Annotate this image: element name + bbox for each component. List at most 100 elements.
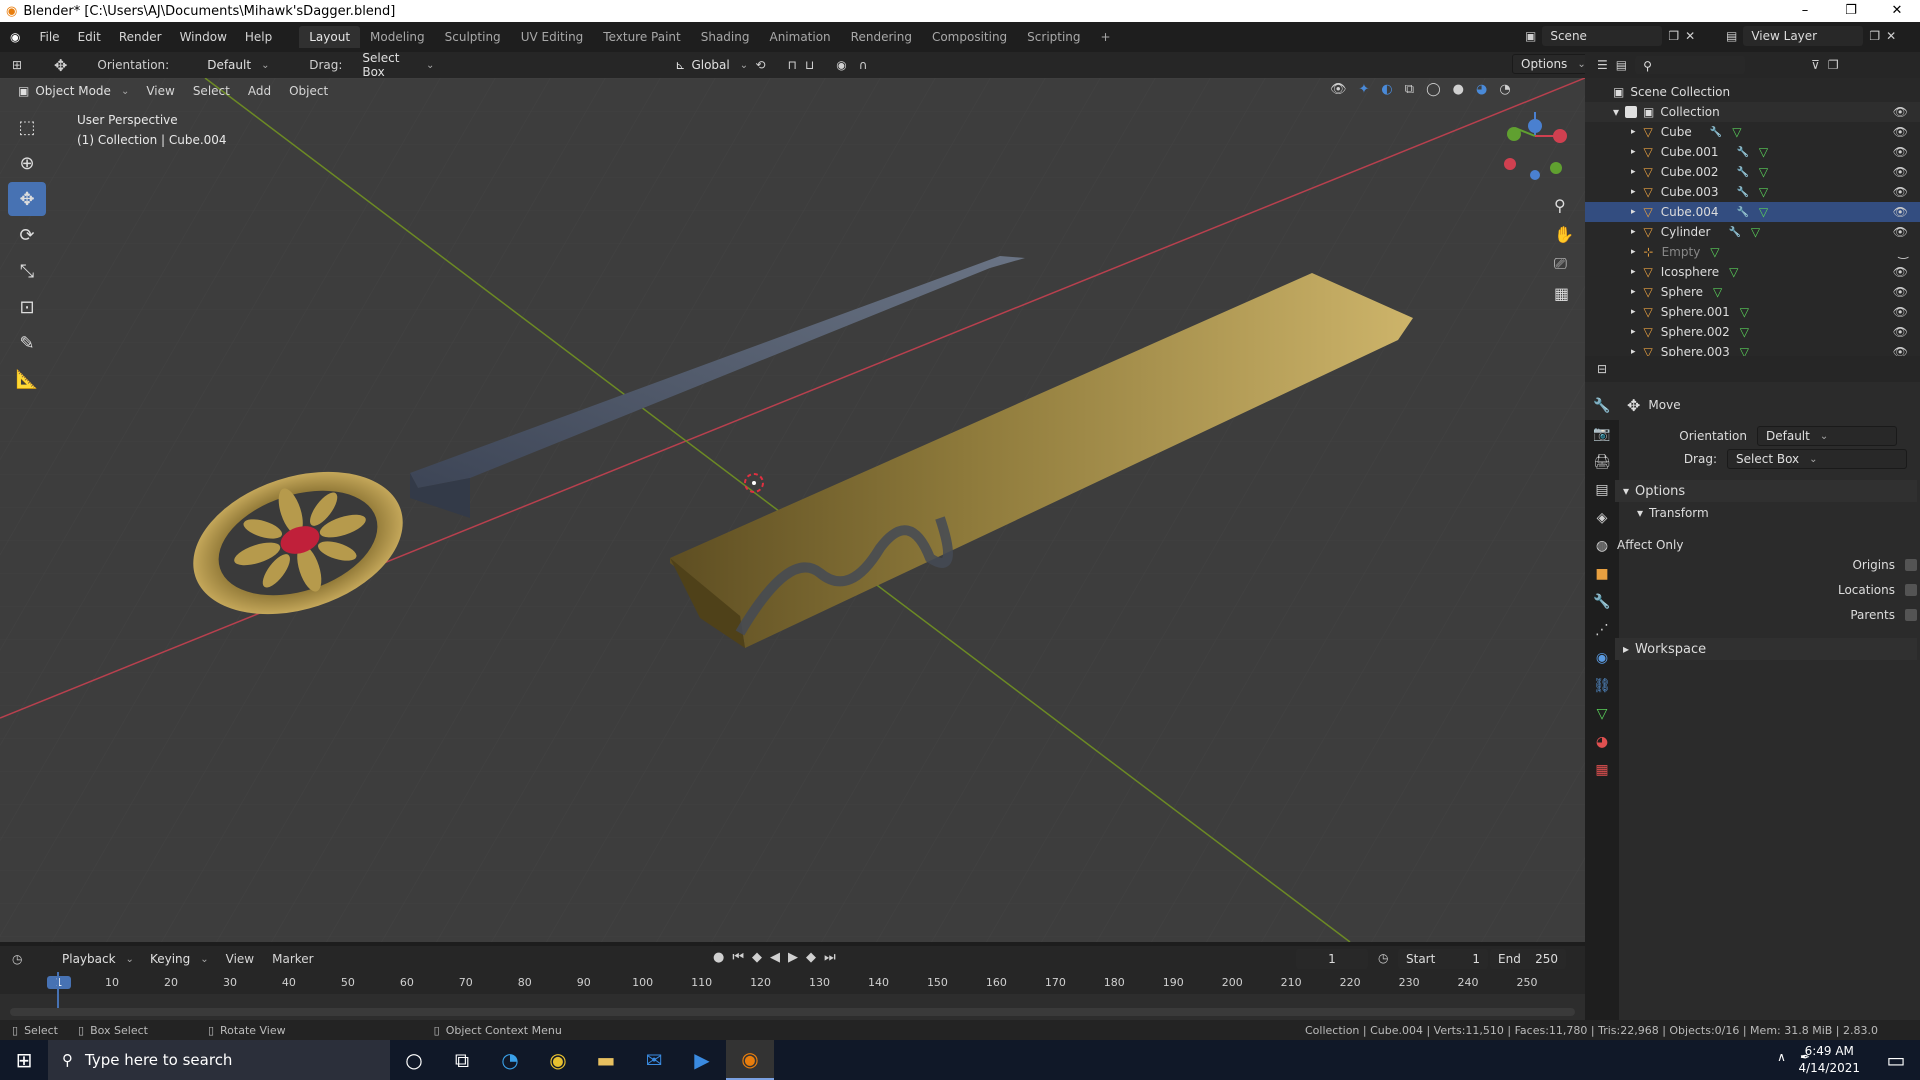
constraints-tab-icon[interactable]: ⛓ [1585,672,1619,700]
move-tool-button-icon[interactable]: ✥ [8,182,46,216]
mail-icon[interactable]: ✉ [630,1040,678,1080]
file-explorer-icon[interactable]: ▬ [582,1040,630,1080]
mesh-data-icon[interactable]: ▽ [1713,285,1722,299]
expand-arrow-icon[interactable]: ▸ [1631,147,1636,157]
outliner-item[interactable]: ▸ ▽ Cube.003 🔧 ▽ 👁 [1585,182,1920,202]
measure-tool-icon[interactable]: 📐 [8,362,46,396]
pivot-point-icon[interactable]: ⟲ [755,58,765,72]
collection-visibility-icon[interactable]: 👁 [1893,105,1908,119]
mesh-data-icon[interactable]: ▽ [1729,265,1738,279]
outliner-item[interactable]: ▸ ▽ Cube.004 🔧 ▽ 👁 [1585,202,1920,222]
mesh-data-icon[interactable]: ▽ [1759,165,1768,179]
expand-arrow-icon[interactable]: ▸ [1631,127,1636,137]
menu-window[interactable]: Window [171,30,236,44]
timeline-menu-keying[interactable]: Keying [142,950,217,968]
jump-start-icon[interactable]: ⏮ [732,950,744,965]
output-tab-icon[interactable]: 🖨 [1585,448,1619,476]
blender-menu-icon[interactable]: ◉ [0,30,30,44]
material-tab-icon[interactable]: ◕ [1585,728,1619,756]
outliner-item[interactable]: ▸ ▽ Sphere.001 ▽ 👁 [1585,302,1920,322]
ortho-grid-icon[interactable]: ▦ [1554,284,1574,303]
restore-button[interactable]: ❐ [1828,0,1874,22]
task-view-icon[interactable]: ⧉ [438,1040,486,1080]
props-drag-dropdown[interactable]: Select Box [1727,449,1907,469]
locations-checkbox[interactable] [1905,584,1917,596]
new-view-layer-icon[interactable]: ❐ [1869,29,1880,43]
notification-icon[interactable]: ▭ [1872,1040,1920,1080]
minimize-button[interactable]: – [1782,0,1828,22]
taskbar-search-box[interactable]: ⚲ Type here to search [48,1040,390,1080]
mesh-data-icon[interactable]: ▽ [1759,205,1768,219]
timeline-menu-marker[interactable]: Marker [263,952,322,966]
options-dropdown[interactable]: Options [1512,54,1595,74]
overlay-toggle-icon[interactable]: ◐ [1381,82,1392,97]
snap-icon[interactable]: ⊓ [787,58,796,72]
visibility-toggle-icon[interactable]: 👁 [1893,205,1908,219]
visibility-toggle-icon[interactable]: 👁 [1893,265,1908,279]
tab-compositing[interactable]: Compositing [922,26,1017,48]
proportional-edit-icon[interactable]: ◉ [836,58,846,72]
outliner-item[interactable]: ▸ ▽ Cube.002 🔧 ▽ 👁 [1585,162,1920,182]
tab-modeling[interactable]: Modeling [360,26,435,48]
drag-dropdown[interactable]: Select Box [354,49,442,81]
modifier-icon[interactable]: 🔧 [1736,167,1748,178]
transform-orientation-dropdown[interactable]: ⊾ Global [667,56,743,74]
expand-arrow-icon[interactable]: ▸ [1631,307,1636,317]
falloff-icon[interactable]: ∩ [859,58,868,72]
delete-scene-icon[interactable]: ✕ [1685,29,1695,43]
expand-arrow-icon[interactable]: ▸ [1631,227,1636,237]
visibility-toggle-icon[interactable]: 👁 [1893,145,1908,159]
tab-sculpting[interactable]: Sculpting [435,26,511,48]
visibility-toggle-icon[interactable]: 👁 [1893,165,1908,179]
outliner-item[interactable]: ▸ ▽ Cylinder 🔧 ▽ 👁 [1585,222,1920,242]
visibility-toggle-icon[interactable]: 👁 [1893,325,1908,339]
expand-arrow-icon[interactable]: ▸ [1631,327,1636,337]
wireframe-shading-icon[interactable]: ◯ [1426,82,1441,97]
end-frame-field[interactable]: End 250 [1490,949,1566,969]
tab-animation[interactable]: Animation [759,26,840,48]
clock-icon[interactable]: ◷ [1378,951,1388,965]
expand-arrow-icon[interactable]: ▸ [1631,187,1636,197]
options-panel-header[interactable]: ▾ Options [1615,480,1917,502]
prev-keyframe-icon[interactable]: ◆ [752,950,762,965]
expand-arrow-icon[interactable]: ▾ [1613,105,1619,119]
timeline-menu-playback[interactable]: Playback [54,950,142,968]
menu-edit[interactable]: Edit [69,30,110,44]
outliner-item[interactable]: ▸ ▽ Sphere ▽ 👁 [1585,282,1920,302]
render-tab-icon[interactable]: 📷 [1585,420,1619,448]
clock-date[interactable]: 4/14/2021 [1798,1060,1860,1077]
viewport-menu-object[interactable]: Object [280,84,337,98]
mesh-data-icon[interactable]: ▽ [1759,145,1768,159]
filter-icon[interactable]: ⊽ [1811,58,1820,72]
snap-target-icon[interactable]: ⊔ [805,58,814,72]
tool-tab-icon[interactable]: 🔧 [1585,392,1619,420]
outliner-item[interactable]: ▸ ▽ Sphere.002 ▽ 👁 [1585,322,1920,342]
playhead[interactable] [57,972,59,1012]
mesh-data-icon[interactable]: ▽ [1751,225,1760,239]
object-tab-icon[interactable]: ■ [1585,560,1619,588]
expand-arrow-icon[interactable]: ▸ [1631,247,1636,257]
delete-view-layer-icon[interactable]: ✕ [1886,29,1896,43]
clock-time[interactable]: 6:49 AM [1798,1043,1860,1060]
workspace-panel-header[interactable]: ▸ Workspace [1615,638,1917,660]
timeline-editor-icon[interactable]: ◷ [12,952,42,966]
tab-scripting[interactable]: Scripting [1017,26,1090,48]
xray-icon[interactable]: ⧉ [1405,82,1414,97]
particles-tab-icon[interactable]: ⋰ [1585,616,1619,644]
tab-rendering[interactable]: Rendering [841,26,922,48]
viewport-menu-view[interactable]: View [137,84,183,98]
collection-checkbox[interactable] [1625,106,1638,118]
visibility-toggle-icon[interactable]: ‿ [1898,245,1908,259]
visibility-icon[interactable]: 👁 [1330,82,1347,97]
parents-row[interactable]: Parents [1627,602,1917,628]
modifier-icon[interactable]: 🔧 [1710,127,1722,138]
windows-start-icon[interactable]: ⊞ [0,1040,48,1080]
visibility-toggle-icon[interactable]: 👁 [1893,305,1908,319]
editor-type-icon[interactable]: ⊞ [12,58,36,72]
view-layer-field[interactable]: View Layer [1743,26,1864,46]
outliner-search-input[interactable]: ⚲ [1635,56,1746,74]
physics-tab-icon[interactable]: ◉ [1585,644,1619,672]
cursor-tool-icon[interactable]: ⊕ [8,146,46,180]
props-orientation-dropdown[interactable]: Default [1757,426,1897,446]
expand-arrow-icon[interactable]: ▸ [1631,167,1636,177]
